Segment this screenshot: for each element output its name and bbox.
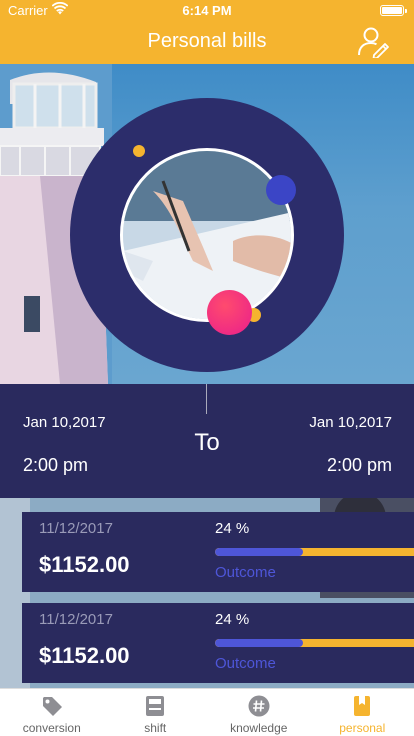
- battery-icon: [380, 5, 407, 16]
- bill-amount: $1152.00: [39, 552, 130, 577]
- tab-shift[interactable]: shift: [104, 689, 208, 736]
- tab-label: personal: [339, 721, 386, 735]
- start-time[interactable]: 2:00 pm: [23, 455, 88, 476]
- tab-label: shift: [144, 721, 167, 735]
- save-icon: [146, 696, 165, 716]
- bill-percent: 24 %: [215, 520, 250, 537]
- tab-label: conversion: [22, 721, 81, 735]
- signing-photo: [120, 148, 294, 322]
- bill-percent: 24 %: [215, 611, 250, 628]
- bill-progress-fill: [215, 639, 303, 647]
- navigation-bar: Personal bills: [0, 20, 414, 64]
- bill-date: 11/12/2017: [39, 520, 113, 537]
- bill-amount: $1152.00: [39, 643, 130, 668]
- decorative-dot: [266, 175, 296, 205]
- hashtag-icon: [248, 695, 270, 717]
- tab-personal[interactable]: personal: [311, 689, 414, 736]
- decorative-dot: [133, 145, 145, 157]
- bills-list-background: 11/12/2017 $1152.00 24 % Outcome 11/12/2…: [0, 498, 414, 688]
- clock-time: 6:14 PM: [182, 3, 232, 18]
- bill-progress-bar: [215, 548, 414, 556]
- bill-progress-bar: [215, 639, 414, 647]
- bill-type: Outcome: [215, 564, 276, 581]
- signing-document-image: [123, 151, 291, 319]
- status-bar: Carrier 6:14 PM: [0, 0, 414, 20]
- range-separator: To: [194, 429, 220, 456]
- tab-label: knowledge: [230, 721, 288, 735]
- bill-card[interactable]: 11/12/2017 $1152.00 24 % Outcome: [22, 603, 414, 683]
- tab-conversion[interactable]: conversion: [0, 689, 104, 736]
- bill-progress-fill: [215, 548, 303, 556]
- tab-knowledge[interactable]: knowledge: [207, 689, 311, 736]
- bookmark-icon: [354, 696, 371, 716]
- edit-profile-icon[interactable]: [356, 26, 390, 58]
- end-time[interactable]: 2:00 pm: [327, 455, 392, 476]
- decorative-dot: [207, 290, 252, 335]
- page-title: Personal bills: [147, 30, 267, 52]
- bill-type: Outcome: [215, 655, 276, 672]
- date-range-panel: Jan 10,2017 2:00 pm To Jan 10,2017 2:00 …: [0, 384, 414, 498]
- bill-date: 11/12/2017: [39, 611, 113, 628]
- bill-card[interactable]: 11/12/2017 $1152.00 24 % Outcome: [22, 512, 414, 592]
- tag-icon: [42, 697, 62, 716]
- divider: [206, 384, 207, 414]
- hero-banner: [0, 64, 414, 384]
- end-date[interactable]: Jan 10,2017: [309, 414, 392, 431]
- tab-bar: conversion shift knowledge personal: [0, 688, 414, 736]
